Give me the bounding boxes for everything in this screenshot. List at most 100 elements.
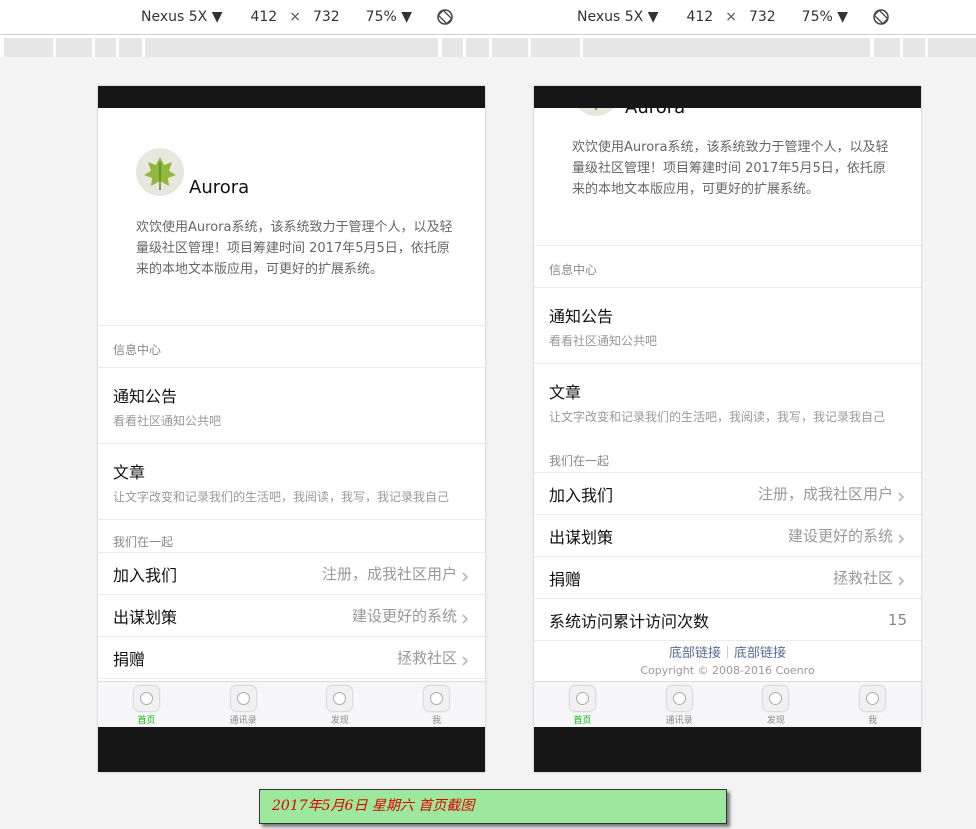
tab-discover-icon bbox=[327, 686, 353, 711]
tab-contacts-icon bbox=[666, 686, 692, 711]
cell-label: 加入我们 bbox=[549, 485, 614, 505]
visit-count-value: 15 bbox=[887, 610, 907, 629]
cell-label: 捐赠 bbox=[113, 649, 146, 669]
media-query-bar[interactable] bbox=[145, 38, 438, 57]
tab-label: 通讯录 bbox=[665, 716, 693, 726]
media-query-bar[interactable] bbox=[874, 38, 900, 57]
news-item-title: 文章 bbox=[549, 383, 582, 402]
news-item-title: 通知公告 bbox=[549, 307, 614, 326]
cell-suggestions[interactable]: 出谋划策 建设更好的系统 bbox=[98, 595, 485, 637]
cell-label: 出谋划策 bbox=[549, 527, 614, 547]
phone-preview-right: Aurora 欢饮使用Aurora系统，该系统致力于管理个人，以及轻量级社区管理… bbox=[534, 86, 921, 772]
device-height-input[interactable]: 732 bbox=[313, 9, 340, 25]
footer-link[interactable]: 底部链接 bbox=[734, 646, 786, 661]
news-item-desc: 看看社区通知公共吧 bbox=[113, 414, 222, 428]
dimension-separator: × bbox=[725, 9, 737, 25]
chevron-right-icon bbox=[895, 530, 907, 544]
page-footer: 底部链接 底部链接 Copyright © 2008-2016 Coenro bbox=[534, 641, 921, 681]
tab-label: 发现 bbox=[330, 716, 349, 726]
cell-donate[interactable]: 捐赠 拯救社区 bbox=[98, 637, 485, 679]
tab-me[interactable]: 我 bbox=[388, 682, 485, 727]
news-item-title: 文章 bbox=[113, 463, 146, 482]
leaf-logo-icon bbox=[572, 108, 620, 116]
news-item-desc: 看看社区通知公共吧 bbox=[549, 334, 658, 348]
cell-label: 捐赠 bbox=[549, 569, 582, 589]
chevron-right-icon bbox=[459, 610, 471, 624]
tab-home[interactable]: 首页 bbox=[534, 682, 631, 727]
tab-contacts-icon bbox=[230, 686, 256, 711]
tab-home[interactable]: 首页 bbox=[98, 682, 195, 727]
tab-me[interactable]: 我 bbox=[824, 682, 921, 727]
cell-value: 注册，成我社区用户 bbox=[757, 485, 893, 503]
app-name: Aurora bbox=[625, 108, 685, 118]
media-query-bar[interactable] bbox=[531, 38, 580, 57]
media-query-bar[interactable] bbox=[442, 38, 463, 57]
rotate-icon[interactable] bbox=[436, 8, 454, 26]
media-query-bar[interactable] bbox=[492, 38, 528, 57]
media-query-bar[interactable] bbox=[56, 38, 92, 57]
tab-home-icon bbox=[133, 686, 159, 711]
tab-label: 首页 bbox=[573, 716, 592, 726]
tab-bar: 首页 通讯录 发现 我 bbox=[534, 681, 921, 727]
status-bar bbox=[534, 86, 921, 108]
cell-value: 建设更好的系统 bbox=[787, 527, 893, 545]
cell-label: 出谋划策 bbox=[113, 607, 178, 627]
media-query-bar[interactable] bbox=[928, 38, 976, 57]
media-query-bar[interactable] bbox=[4, 38, 53, 57]
news-item-title: 通知公告 bbox=[113, 387, 178, 406]
page-scroll[interactable]: Aurora 欢饮使用Aurora系统，该系统致力于管理个人，以及轻量级社区管理… bbox=[98, 108, 485, 681]
device-width-input[interactable]: 412 bbox=[686, 9, 713, 25]
app-intro: 欢饮使用Aurora系统，该系统致力于管理个人，以及轻量级社区管理！项目筹建时间… bbox=[572, 140, 889, 197]
cell-visit-count: 系统访问累计访问次数 15 bbox=[534, 599, 921, 641]
tab-label: 我 bbox=[432, 716, 442, 726]
screenshot-caption: 2017年5月6日 星期六 首页截图 bbox=[259, 789, 727, 824]
tab-label: 发现 bbox=[766, 716, 785, 726]
section-title-info-center: 信息中心 bbox=[534, 246, 921, 288]
media-query-bar[interactable] bbox=[95, 38, 116, 57]
cell-suggestions[interactable]: 出谋划策 建设更好的系统 bbox=[534, 515, 921, 557]
leaf-logo-icon bbox=[136, 148, 184, 196]
chevron-right-icon bbox=[895, 488, 907, 502]
rotate-icon[interactable] bbox=[872, 8, 890, 26]
copyright-text: Copyright © 2008-2016 Coenro bbox=[640, 664, 815, 677]
tab-discover[interactable]: 发现 bbox=[728, 682, 825, 727]
device-select[interactable]: Nexus 5X ▼ bbox=[577, 9, 658, 25]
tab-contacts[interactable]: 通讯录 bbox=[195, 682, 292, 727]
section-title-together: 我们在一起 bbox=[98, 519, 485, 553]
media-query-bar[interactable] bbox=[583, 38, 870, 57]
tab-me-icon bbox=[860, 686, 886, 711]
news-item-desc: 让文字改变和记录我们的生活吧，我阅读，我写，我记录我自己 bbox=[113, 490, 450, 504]
news-item-article[interactable]: 文章 让文字改变和记录我们的生活吧，我阅读，我写，我记录我自己 bbox=[534, 364, 921, 439]
cell-join-us[interactable]: 加入我们 注册，成我社区用户 bbox=[98, 553, 485, 595]
cell-join-us[interactable]: 加入我们 注册，成我社区用户 bbox=[534, 473, 921, 515]
cell-value: 注册，成我社区用户 bbox=[321, 565, 457, 583]
tab-label: 通讯录 bbox=[229, 716, 257, 726]
tab-discover-icon bbox=[763, 686, 789, 711]
footer-link[interactable]: 底部链接 bbox=[669, 646, 721, 661]
news-item-notice[interactable]: 通知公告 看看社区通知公共吧 bbox=[98, 368, 485, 444]
tab-discover[interactable]: 发现 bbox=[292, 682, 389, 727]
zoom-select[interactable]: 75% ▼ bbox=[802, 9, 848, 25]
cell-donate[interactable]: 捐赠 拯救社区 bbox=[534, 557, 921, 599]
section-title-info-center: 信息中心 bbox=[98, 326, 485, 368]
media-query-bar[interactable] bbox=[466, 38, 489, 57]
device-width-input[interactable]: 412 bbox=[250, 9, 277, 25]
cell-label: 系统访问累计访问次数 bbox=[549, 611, 710, 631]
media-query-bar[interactable] bbox=[903, 38, 925, 57]
news-item-article[interactable]: 文章 让文字改变和记录我们的生活吧，我阅读，我写，我记录我自己 bbox=[98, 444, 485, 519]
device-select[interactable]: Nexus 5X ▼ bbox=[141, 9, 222, 25]
news-item-notice[interactable]: 通知公告 看看社区通知公共吧 bbox=[534, 288, 921, 364]
media-query-bar[interactable] bbox=[119, 38, 142, 57]
device-height-input[interactable]: 732 bbox=[749, 9, 776, 25]
system-nav-bar bbox=[534, 727, 921, 772]
devtools-toolbar-right: Nexus 5X ▼ 412 × 732 75% ▼ bbox=[577, 0, 890, 34]
page-scroll[interactable]: Aurora 欢饮使用Aurora系统，该系统致力于管理个人，以及轻量级社区管理… bbox=[534, 108, 921, 681]
chevron-right-icon bbox=[459, 568, 471, 582]
tab-contacts[interactable]: 通讯录 bbox=[631, 682, 728, 727]
tab-label: 我 bbox=[868, 716, 878, 726]
cell-label: 加入我们 bbox=[113, 565, 178, 585]
zoom-select[interactable]: 75% ▼ bbox=[366, 9, 412, 25]
chevron-right-icon bbox=[895, 572, 907, 586]
cell-value: 建设更好的系统 bbox=[351, 607, 457, 625]
tab-bar: 首页 通讯录 发现 我 bbox=[98, 681, 485, 727]
